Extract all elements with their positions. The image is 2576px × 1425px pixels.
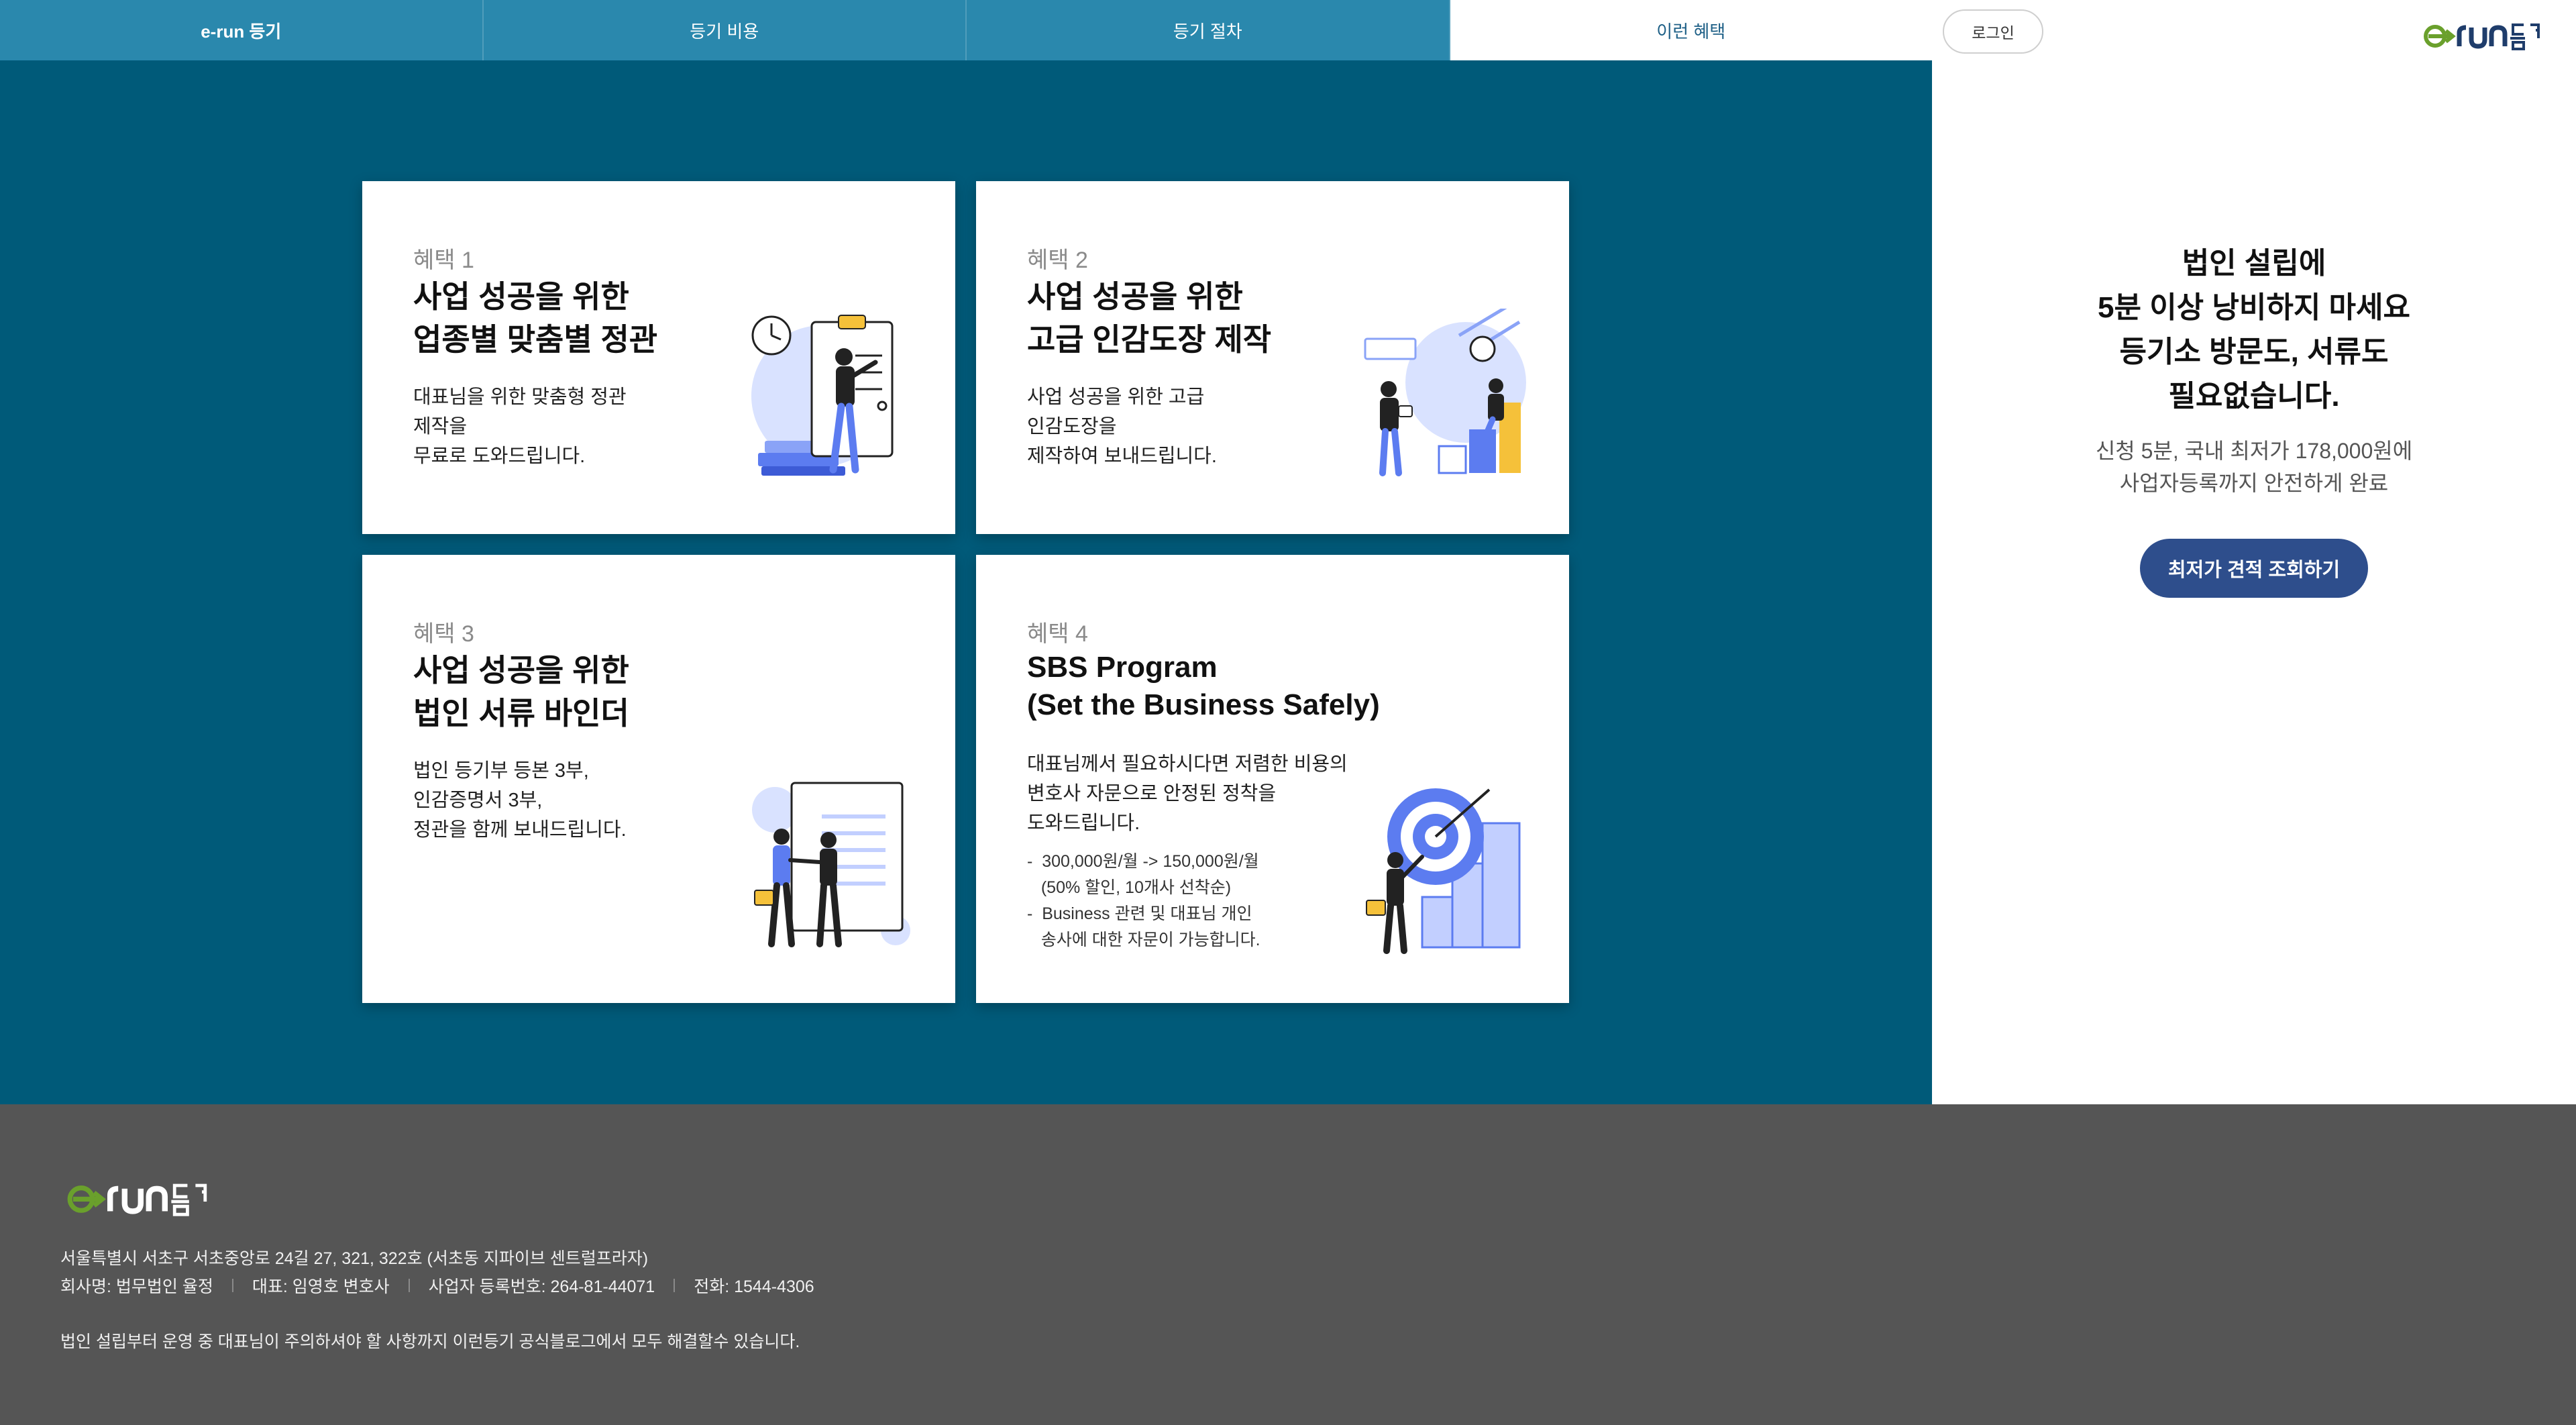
benefits-section: 혜택 1 사업 성공을 위한 업종별 맞춤별 정관 대표님을 위한 맞춤형 정관… <box>0 60 1932 1104</box>
benefit-bullet-line: (50% 할인, 10개사 선착순) <box>1027 878 1232 897</box>
benefit-desc-line: 인감증명서 3부, <box>413 790 543 811</box>
benefit-bullet-line: - Business 관련 및 대표님 개인 <box>1027 904 1252 923</box>
benefit-title: 사업 성공을 위한 법인 서류 바인더 <box>413 649 629 735</box>
benefit-description: 사업 성공을 위한 고급 인감도장을 제작하여 보내드립니다. <box>1027 382 1217 471</box>
benefit-card-2: 혜택 2 사업 성공을 위한 고급 인감도장 제작 사업 성공을 위한 고급 인… <box>976 181 1569 534</box>
benefit-desc-line: 정관을 함께 보내드립니다. <box>413 819 627 841</box>
divider <box>231 1279 233 1292</box>
subtext-line: 사업자등록까지 안전하게 완료 <box>2119 471 2389 495</box>
benefit-card-3: 혜택 3 사업 성공을 위한 법인 서류 바인더 법인 등기부 등본 3부, 인… <box>362 555 955 1003</box>
tab-e-run[interactable]: e-run 등기 <box>0 0 484 60</box>
header-logo[interactable] <box>2422 15 2542 55</box>
tab-procedure[interactable]: 등기 절차 <box>967 0 1450 60</box>
footer-company: 회사명: 법무법인 율정 <box>60 1277 213 1296</box>
benefit-desc-line: 인감도장을 <box>1027 416 1117 437</box>
growth-chart-illustration <box>1364 309 1526 476</box>
benefit-desc-line: 대표님께서 필요하시다면 저렴한 비용의 <box>1027 753 1348 775</box>
tab-cost[interactable]: 등기 비용 <box>484 0 967 60</box>
benefit-desc-line: 제작을 <box>413 416 468 437</box>
footer-logo[interactable] <box>60 1174 215 1221</box>
benefit-desc-line: 사업 성공을 위한 고급 <box>1027 386 1205 408</box>
benefit-desc-line: 대표님을 위한 맞춤형 정관 <box>413 386 627 408</box>
checklist-illustration <box>751 315 894 476</box>
headline-line: 필요없습니다. <box>2168 380 2340 413</box>
footer-company-info: 회사명: 법무법인 율정 대표: 임영호 변호사 사업자 등록번호: 264-8… <box>60 1273 814 1298</box>
footer-ceo: 대표: 임영호 변호사 <box>252 1277 390 1296</box>
benefit-description: 대표님께서 필요하시다면 저렴한 비용의 변호사 자문으로 안정된 정착을 도와… <box>1027 749 1348 838</box>
benefit-description: 대표님을 위한 맞춤형 정관 제작을 무료로 도와드립니다. <box>413 382 627 471</box>
benefit-title-line: 사업 성공을 위한 <box>413 653 629 688</box>
benefit-title-line: (Set the Business Safely) <box>1027 688 1380 721</box>
subtext-line: 신청 5분, 국내 최저가 178,000원에 <box>2095 439 2413 463</box>
headline-line: 법인 설립에 <box>2182 247 2326 280</box>
footer: 서울특별시 서초구 서초중앙로 24길 27, 321, 322호 (서초동 지… <box>0 1104 2576 1425</box>
benefit-card-4: 혜택 4 SBS Program (Set the Business Safel… <box>976 555 1569 1003</box>
benefit-title-line: 사업 성공을 위한 <box>413 279 629 314</box>
benefit-description: 법인 등기부 등본 3부, 인감증명서 3부, 정관을 함께 보내드립니다. <box>413 756 627 845</box>
footer-blog-text: 법인 설립부터 운영 중 대표님이 주의하셔야 할 사항까지 이런등기 공식블로… <box>60 1332 800 1351</box>
benefit-title: SBS Program (Set the Business Safely) <box>1027 649 1380 724</box>
benefit-title-line: SBS Program <box>1027 651 1218 684</box>
side-subtext: 신청 5분, 국내 최저가 178,000원에 사업자등록까지 안전하게 완료 <box>1932 435 2576 499</box>
benefit-card-1: 혜택 1 사업 성공을 위한 업종별 맞춤별 정관 대표님을 위한 맞춤형 정관… <box>362 181 955 534</box>
benefit-desc-line: 도와드립니다. <box>1027 812 1140 834</box>
e-run-logo-icon <box>2424 23 2540 50</box>
benefit-title-line: 사업 성공을 위한 <box>1027 279 1243 314</box>
quote-lookup-button[interactable]: 최저가 견적 조회하기 <box>2140 539 2368 598</box>
divider <box>408 1279 410 1292</box>
side-panel: 로그인 법인 설립에 5분 이상 낭비하지 마세요 등기소 방문도, 서류도 필… <box>1932 0 2576 1104</box>
benefit-badge: 혜택 4 <box>1027 621 1088 647</box>
headline-line: 5분 이상 낭비하지 마세요 <box>2098 291 2410 324</box>
top-nav: e-run 등기 등기 비용 등기 절차 이런 혜택 <box>0 0 1932 60</box>
benefit-bullets: - 300,000원/월 -> 150,000원/월 (50% 할인, 10개사… <box>1027 849 1260 953</box>
headline-line: 등기소 방문도, 서류도 <box>2119 335 2389 368</box>
side-headline: 법인 설립에 5분 이상 낭비하지 마세요 등기소 방문도, 서류도 필요없습니… <box>1932 242 2576 419</box>
benefit-desc-line: 변호사 자문으로 안정된 정착을 <box>1027 783 1277 804</box>
benefit-badge: 혜택 1 <box>413 248 474 273</box>
login-button[interactable]: 로그인 <box>1943 9 2043 54</box>
benefit-bullet-line: - 300,000원/월 -> 150,000원/월 <box>1027 852 1259 871</box>
benefit-badge: 혜택 2 <box>1027 248 1088 273</box>
benefit-title-line: 법인 서류 바인더 <box>413 696 629 731</box>
benefit-desc-line: 제작하여 보내드립니다. <box>1027 445 1217 467</box>
footer-phone: 전화: 1544-4306 <box>694 1277 814 1296</box>
target-illustration <box>1366 788 1521 954</box>
benefit-title: 사업 성공을 위한 고급 인감도장 제작 <box>1027 275 1271 361</box>
benefit-title-line: 업종별 맞춤별 정관 <box>413 322 658 357</box>
handshake-document-illustration <box>752 782 910 947</box>
footer-address: 서울특별시 서초구 서초중앙로 24길 27, 321, 322호 (서초동 지… <box>60 1249 649 1268</box>
benefit-title-line: 고급 인감도장 제작 <box>1027 322 1272 357</box>
benefit-bullet-line: 송사에 대한 자문이 가능합니다. <box>1027 931 1260 949</box>
footer-biz-no: 사업자 등록번호: 264-81-44071 <box>428 1277 655 1296</box>
divider <box>674 1279 676 1292</box>
benefit-title: 사업 성공을 위한 업종별 맞춤별 정관 <box>413 275 657 361</box>
tab-benefits[interactable]: 이런 혜택 <box>1450 0 1932 60</box>
benefit-desc-line: 무료로 도와드립니다. <box>413 445 586 467</box>
e-run-logo-icon <box>67 1183 207 1216</box>
benefit-badge: 혜택 3 <box>413 621 474 647</box>
benefit-desc-line: 법인 등기부 등본 3부, <box>413 760 589 782</box>
